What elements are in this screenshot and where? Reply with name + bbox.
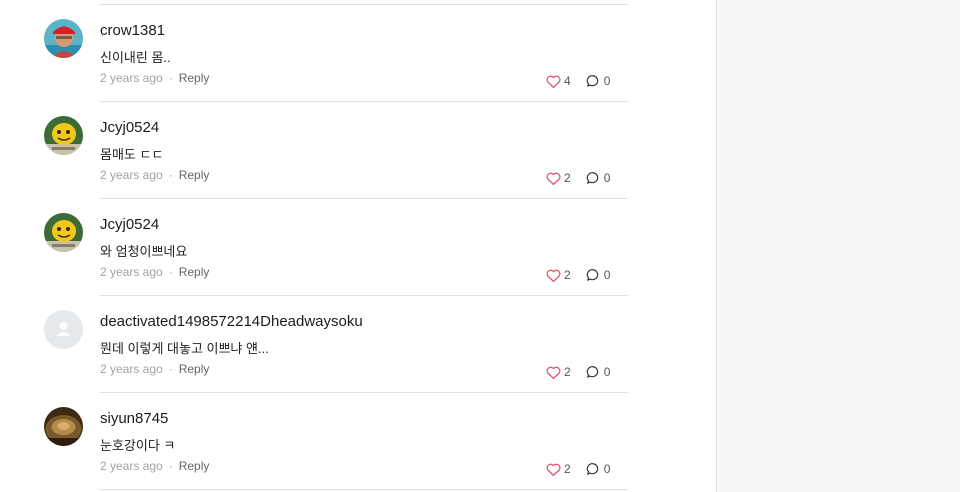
reply-count-button[interactable]: 0 bbox=[586, 171, 611, 185]
speech-bubble-icon bbox=[586, 172, 598, 184]
reply-link[interactable]: Reply bbox=[179, 168, 210, 182]
like-button[interactable]: 2 bbox=[546, 268, 571, 282]
comment-item: deactivated1498572214Dheadwaysoku 뭔데 이렇게… bbox=[0, 296, 716, 393]
reply-link[interactable]: Reply bbox=[179, 362, 210, 376]
like-count: 2 bbox=[564, 365, 571, 379]
comments-panel: crow1381 신이내린 몸.. 2 years ago · Reply 4 0 bbox=[0, 0, 716, 492]
comment-text: 와 엄청이쁘네요 bbox=[100, 244, 188, 259]
comment-actions: 2 0 bbox=[546, 462, 610, 476]
comment-text: 신이내린 몸.. bbox=[100, 50, 171, 65]
comment-meta: 2 years ago · Reply bbox=[100, 265, 209, 279]
comment-text: 몸매도 ㄷㄷ bbox=[100, 147, 164, 162]
speech-bubble-icon bbox=[586, 366, 598, 378]
like-button[interactable]: 4 bbox=[546, 74, 571, 88]
user-avatar[interactable] bbox=[44, 19, 83, 58]
heart-outline-icon bbox=[546, 366, 561, 379]
comment-text: 뭔데 이렇게 대놓고 이쁘냐 얜... bbox=[100, 341, 269, 356]
reply-count: 0 bbox=[603, 74, 611, 88]
user-avatar[interactable] bbox=[44, 116, 83, 155]
reply-count-button[interactable]: 0 bbox=[586, 268, 611, 282]
reply-count: 0 bbox=[603, 462, 611, 476]
comment-actions: 4 0 bbox=[546, 74, 610, 88]
meta-separator: · bbox=[168, 362, 173, 376]
comment-meta: 2 years ago · Reply bbox=[100, 459, 209, 473]
like-button[interactable]: 2 bbox=[546, 171, 571, 185]
timestamp[interactable]: 2 years ago bbox=[100, 362, 163, 376]
reply-link[interactable]: Reply bbox=[179, 459, 210, 473]
comment-list: crow1381 신이내린 몸.. 2 years ago · Reply 4 0 bbox=[0, 0, 716, 492]
reply-link[interactable]: Reply bbox=[179, 265, 210, 279]
user-avatar[interactable] bbox=[44, 213, 83, 252]
speech-bubble-icon bbox=[586, 463, 598, 475]
divider bbox=[99, 489, 628, 490]
username[interactable]: crow1381 bbox=[100, 22, 165, 39]
comment-meta: 2 years ago · Reply bbox=[100, 168, 209, 182]
heart-outline-icon bbox=[546, 75, 561, 88]
speech-bubble-icon bbox=[586, 75, 598, 87]
heart-outline-icon bbox=[546, 463, 561, 476]
speech-bubble-icon bbox=[586, 269, 598, 281]
user-avatar[interactable] bbox=[44, 407, 83, 446]
reply-count-button[interactable]: 0 bbox=[586, 365, 611, 379]
meta-separator: · bbox=[168, 71, 173, 85]
meta-separator: · bbox=[168, 168, 173, 182]
reply-count: 0 bbox=[603, 268, 611, 282]
like-count: 2 bbox=[564, 268, 571, 282]
user-silhouette-icon bbox=[44, 310, 83, 349]
comment-text: 눈호강이다 ㅋ bbox=[100, 438, 176, 453]
username[interactable]: deactivated1498572214Dheadwaysoku bbox=[100, 313, 363, 330]
reply-link[interactable]: Reply bbox=[179, 71, 210, 85]
right-sidebar bbox=[716, 0, 960, 492]
like-button[interactable]: 2 bbox=[546, 462, 571, 476]
like-count: 4 bbox=[564, 74, 571, 88]
username[interactable]: Jcyj0524 bbox=[100, 216, 159, 233]
reply-count: 0 bbox=[603, 171, 611, 185]
meta-separator: · bbox=[168, 459, 173, 473]
comment-meta: 2 years ago · Reply bbox=[100, 362, 209, 376]
timestamp[interactable]: 2 years ago bbox=[100, 168, 163, 182]
reply-count: 0 bbox=[603, 365, 611, 379]
heart-outline-icon bbox=[546, 269, 561, 282]
comment-item: Jcyj0524 와 엄청이쁘네요 2 years ago · Reply 2 0 bbox=[0, 199, 716, 296]
heart-outline-icon bbox=[546, 172, 561, 185]
comment-item: Jcyj0524 몸매도 ㄷㄷ 2 years ago · Reply 2 0 bbox=[0, 102, 716, 199]
comment-actions: 2 0 bbox=[546, 171, 610, 185]
username[interactable]: Jcyj0524 bbox=[100, 119, 159, 136]
username[interactable]: siyun8745 bbox=[100, 410, 168, 427]
comment-meta: 2 years ago · Reply bbox=[100, 71, 209, 85]
timestamp[interactable]: 2 years ago bbox=[100, 265, 163, 279]
reply-count-button[interactable]: 0 bbox=[586, 462, 611, 476]
comment-item: siyun8745 눈호강이다 ㅋ 2 years ago · Reply 2 0 bbox=[0, 393, 716, 490]
reply-count-button[interactable]: 0 bbox=[586, 74, 611, 88]
meta-separator: · bbox=[168, 265, 173, 279]
like-button[interactable]: 2 bbox=[546, 365, 571, 379]
default-avatar[interactable] bbox=[44, 310, 83, 349]
like-count: 2 bbox=[564, 171, 571, 185]
comment-item: crow1381 신이내린 몸.. 2 years ago · Reply 4 0 bbox=[0, 5, 716, 102]
comment-actions: 2 0 bbox=[546, 268, 610, 282]
timestamp[interactable]: 2 years ago bbox=[100, 459, 163, 473]
timestamp[interactable]: 2 years ago bbox=[100, 71, 163, 85]
like-count: 2 bbox=[564, 462, 571, 476]
comment-actions: 2 0 bbox=[546, 365, 610, 379]
